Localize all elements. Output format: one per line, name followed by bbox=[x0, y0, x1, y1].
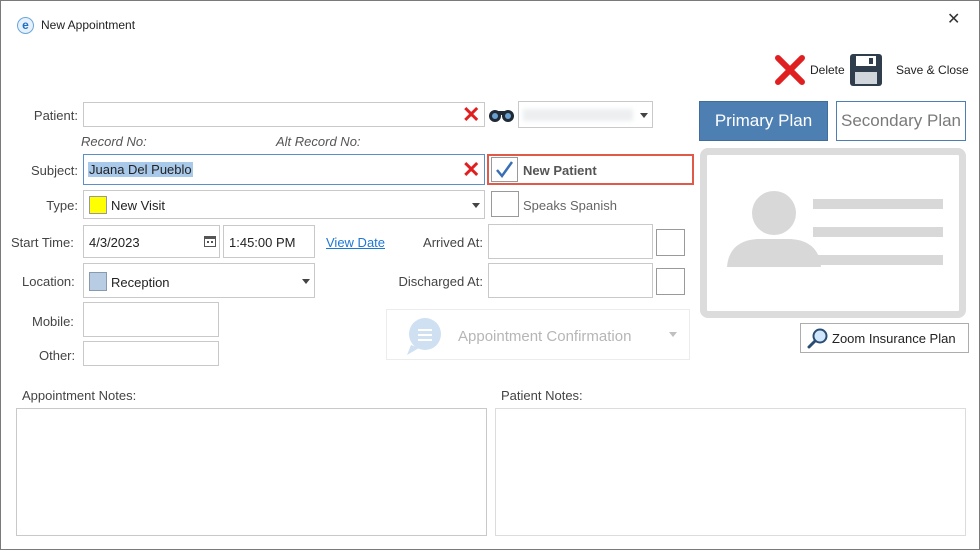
speaks-spanish-checkbox[interactable] bbox=[491, 191, 519, 217]
binoculars-icon[interactable] bbox=[488, 105, 515, 126]
subject-label: Subject: bbox=[31, 163, 78, 178]
type-select[interactable]: New Visit bbox=[83, 190, 485, 219]
location-select[interactable]: Reception bbox=[83, 263, 315, 298]
patient-label: Patient: bbox=[33, 108, 78, 123]
start-time-label: Start Time: bbox=[11, 235, 74, 250]
record-no-label: Record No: bbox=[81, 134, 147, 149]
discharged-checkbox[interactable] bbox=[656, 268, 685, 295]
type-label: Type: bbox=[46, 198, 78, 213]
chevron-down-icon bbox=[302, 279, 310, 284]
chevron-down-icon bbox=[640, 113, 648, 118]
arrived-at-label: Arrived At: bbox=[423, 235, 483, 250]
other-label: Other: bbox=[39, 348, 76, 363]
discharged-at-label: Discharged At: bbox=[398, 274, 483, 289]
app-logo-icon: e bbox=[17, 17, 34, 34]
delete-button[interactable]: Delete bbox=[773, 51, 847, 87]
window-title: New Appointment bbox=[41, 18, 136, 32]
save-icon bbox=[850, 54, 882, 86]
appointment-notes-label: Appointment Notes: bbox=[22, 388, 137, 403]
new-patient-label: New Patient bbox=[523, 163, 597, 178]
delete-icon bbox=[775, 55, 805, 85]
view-date-link[interactable]: View Date bbox=[326, 235, 385, 250]
close-icon[interactable]: ✕ bbox=[947, 9, 960, 29]
insurance-card-image bbox=[700, 148, 966, 318]
clear-subject-icon[interactable]: ✕ bbox=[462, 159, 480, 181]
other-input[interactable] bbox=[83, 341, 219, 366]
save-close-label: Save & Close bbox=[896, 63, 969, 77]
location-color-swatch bbox=[89, 272, 107, 291]
alt-record-no-label: Alt Record No: bbox=[276, 134, 361, 149]
subject-input[interactable]: Juana Del Pueblo ✕ bbox=[83, 154, 485, 185]
arrived-checkbox[interactable] bbox=[656, 229, 685, 256]
new-appointment-window: e New Appointment ✕ Delete Save & Close … bbox=[0, 0, 980, 550]
chat-bubble-icon bbox=[407, 318, 441, 355]
patient-input[interactable]: ✕ bbox=[83, 102, 485, 127]
mobile-input[interactable] bbox=[83, 302, 219, 337]
checkbox-box bbox=[491, 157, 518, 182]
discharged-at-input[interactable] bbox=[488, 263, 653, 298]
arrived-at-input[interactable] bbox=[488, 224, 653, 259]
clear-patient-icon[interactable]: ✕ bbox=[462, 104, 480, 126]
appointment-notes-textarea[interactable] bbox=[16, 408, 487, 536]
location-label: Location: bbox=[22, 274, 75, 289]
magnifier-icon bbox=[807, 328, 828, 349]
patient-lookup-dropdown[interactable] bbox=[518, 101, 653, 128]
primary-plan-button[interactable]: Primary Plan bbox=[699, 101, 828, 141]
patient-notes-label: Patient Notes: bbox=[501, 388, 583, 403]
confirmation-label: Appointment Confirmation bbox=[458, 328, 632, 345]
speaks-spanish-label: Speaks Spanish bbox=[523, 198, 617, 213]
redacted-value bbox=[523, 109, 633, 121]
appointment-confirmation-dropdown[interactable]: Appointment Confirmation bbox=[386, 309, 690, 360]
checkmark-icon bbox=[496, 161, 514, 179]
subject-value: Juana Del Pueblo bbox=[88, 162, 193, 177]
start-time-input[interactable]: 1:45:00 PM bbox=[223, 225, 315, 258]
start-date-input[interactable]: 4/3/2023 bbox=[83, 225, 220, 258]
zoom-insurance-plan-button[interactable]: Zoom Insurance Plan bbox=[800, 323, 969, 353]
new-patient-checkbox[interactable]: New Patient bbox=[487, 154, 694, 185]
delete-label: Delete bbox=[810, 63, 845, 77]
person-card-icon bbox=[727, 191, 943, 267]
secondary-plan-button[interactable]: Secondary Plan bbox=[836, 101, 966, 141]
patient-notes-textarea[interactable] bbox=[495, 408, 966, 536]
calendar-icon[interactable] bbox=[204, 235, 216, 247]
chevron-down-icon bbox=[669, 332, 677, 337]
chevron-down-icon bbox=[472, 203, 480, 208]
save-close-button[interactable]: Save & Close bbox=[849, 51, 969, 87]
type-color-swatch bbox=[89, 196, 107, 214]
mobile-label: Mobile: bbox=[32, 314, 74, 329]
